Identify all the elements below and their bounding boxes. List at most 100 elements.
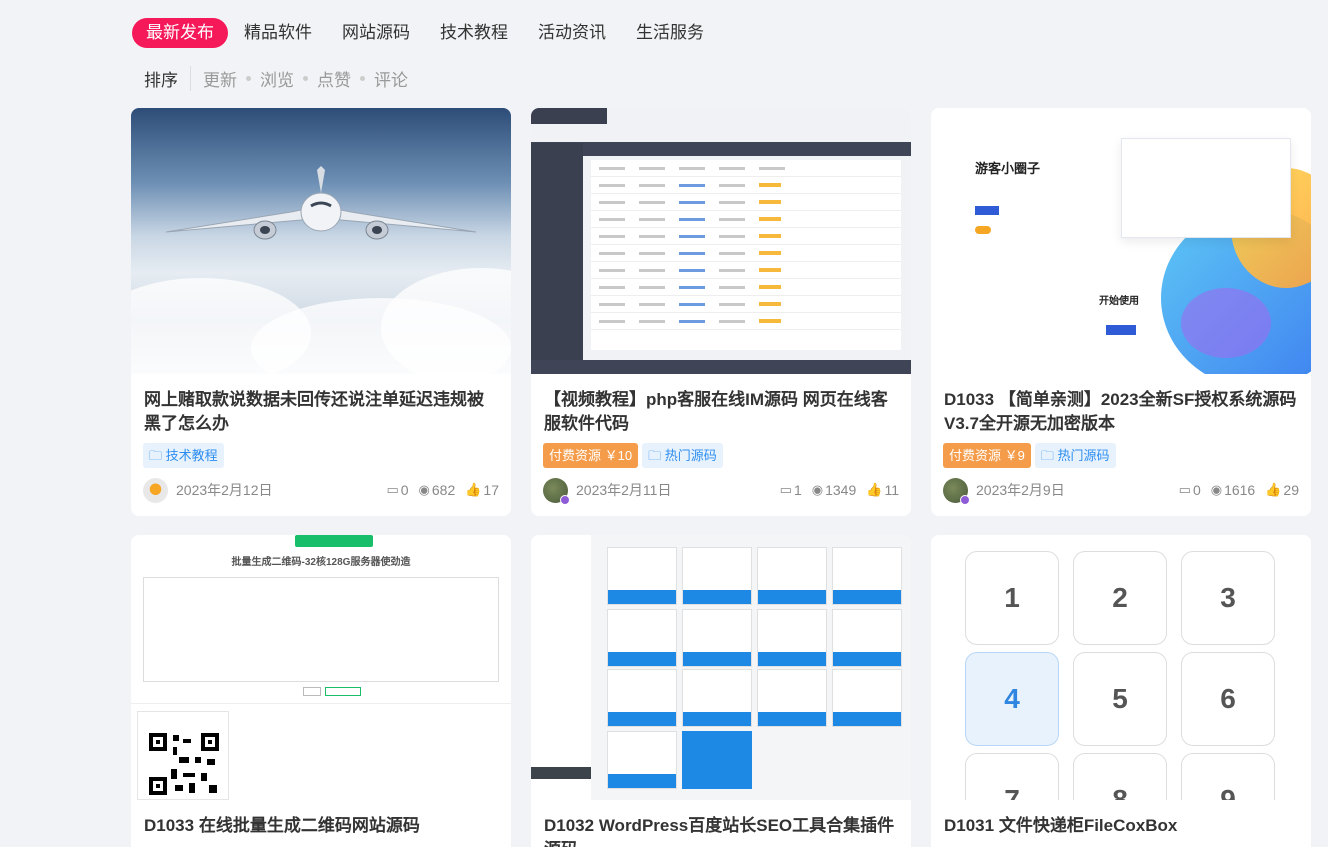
post-title[interactable]: D1033 在线批量生成二维码网站源码 bbox=[144, 814, 500, 838]
post-card[interactable]: D1032 WordPress百度站长SEO工具合集插件源码 bbox=[531, 535, 911, 847]
avatar[interactable] bbox=[143, 477, 168, 503]
comment-icon: ▭ bbox=[386, 482, 399, 497]
post-card[interactable]: 批量生成二维码-32核128G服务器使劲造 D1033 在线批量生成二维码网站源… bbox=[131, 535, 511, 847]
post-thumbnail-seo-plugin[interactable] bbox=[531, 535, 911, 800]
post-thumbnail-landing-page[interactable]: 游客小圈子 开始使用 bbox=[931, 108, 1311, 374]
numpad-key: 5 bbox=[1073, 652, 1167, 746]
numpad-key: 8 bbox=[1073, 753, 1167, 800]
category-tag[interactable]: 🗀 技术教程 bbox=[143, 443, 224, 468]
eye-icon: ◉ bbox=[811, 482, 824, 497]
comment-count-value: 0 bbox=[1192, 482, 1201, 498]
post-thumbnail-qr-generator[interactable]: 批量生成二维码-32核128G服务器使劲造 bbox=[131, 535, 511, 800]
view-count: ◉ 1616 bbox=[1211, 482, 1256, 498]
numpad-key: 7 bbox=[965, 753, 1059, 800]
sort-views[interactable]: 浏览 bbox=[260, 66, 294, 91]
folder-icon: 🗀 bbox=[149, 448, 163, 463]
separator-dot bbox=[303, 75, 308, 81]
numpad-key-selected: 4 bbox=[965, 652, 1059, 746]
eye-icon: ◉ bbox=[418, 482, 430, 497]
sort-likes[interactable]: 点赞 bbox=[317, 66, 351, 91]
post-date: 2023年2月11日 bbox=[576, 482, 672, 498]
numpad-key: 3 bbox=[1181, 551, 1275, 645]
post-date: 2023年2月12日 bbox=[176, 482, 273, 498]
paid-resource-tag: 付费资源 ￥9 bbox=[943, 443, 1031, 468]
thumb-start-label: 开始使用 bbox=[1099, 296, 1139, 307]
numpad-key: 9 bbox=[1181, 753, 1275, 800]
folder-icon: 🗀 bbox=[648, 448, 662, 463]
view-count: ◉ 1349 bbox=[812, 482, 857, 498]
post-card[interactable]: 【视频教程】php客服在线IM源码 网页在线客服软件代码 付费资源 ￥10 🗀 … bbox=[531, 108, 911, 516]
post-thumbnail-admin-panel[interactable] bbox=[531, 108, 911, 374]
tab-latest[interactable]: 最新发布 bbox=[132, 18, 228, 48]
post-title[interactable]: D1033 【简单亲测】2023全新SF授权系统源码 V3.7全开源无加密版本 bbox=[944, 388, 1300, 436]
numpad-key: 1 bbox=[965, 551, 1059, 645]
post-card[interactable]: 1 2 3 4 5 6 7 8 9 D1031 文件快递柜FileCoxBox bbox=[931, 535, 1311, 847]
qr-code-image bbox=[149, 733, 219, 795]
thumbs-up-icon: 👍 bbox=[465, 482, 482, 497]
tab-software[interactable]: 精品软件 bbox=[230, 18, 326, 48]
separator-dot bbox=[360, 75, 365, 81]
category-tabs: 最新发布 精品软件 网站源码 技术教程 活动资讯 生活服务 bbox=[132, 18, 720, 48]
like-count-value: 29 bbox=[1283, 482, 1299, 498]
separator-dot bbox=[246, 75, 251, 81]
verified-badge-icon bbox=[960, 494, 970, 505]
view-count-value: 1616 bbox=[1224, 482, 1256, 498]
category-tag[interactable]: 🗀 热门源码 bbox=[642, 443, 723, 468]
like-count[interactable]: 👍 29 bbox=[1265, 482, 1299, 498]
like-count[interactable]: 👍 17 bbox=[465, 482, 499, 498]
tab-tutorials[interactable]: 技术教程 bbox=[426, 18, 522, 48]
numpad-key: 2 bbox=[1073, 551, 1167, 645]
eye-icon: ◉ bbox=[1210, 482, 1223, 497]
comment-count: ▭ 0 bbox=[386, 482, 408, 498]
category-tag-label: 热门源码 bbox=[1057, 448, 1110, 463]
post-tags: 🗀 技术教程 bbox=[143, 443, 224, 468]
post-meta: 2023年2月12日 ▭ 0 ◉ 682 👍 17 bbox=[143, 477, 499, 503]
tab-source-code[interactable]: 网站源码 bbox=[328, 18, 424, 48]
category-tag[interactable]: 🗀 热门源码 bbox=[1034, 443, 1116, 468]
post-title[interactable]: 网上赌取款说数据未回传还说注单延迟违规被黑了怎么办 bbox=[144, 388, 500, 436]
thumb-heading: 批量生成二维码-32核128G服务器使劲造 bbox=[231, 557, 411, 568]
comment-count: ▭ 0 bbox=[1179, 482, 1201, 498]
view-count-value: 682 bbox=[431, 482, 456, 498]
folder-icon: 🗀 bbox=[1040, 448, 1054, 463]
comment-count: ▭ 1 bbox=[780, 482, 802, 498]
tab-life-services[interactable]: 生活服务 bbox=[622, 18, 718, 48]
paid-resource-tag: 付费资源 ￥10 bbox=[543, 443, 639, 468]
post-card[interactable]: 游客小圈子 开始使用 D1033 【简单亲测】2023全新SF授权系统源码 V3… bbox=[931, 108, 1311, 516]
comment-icon: ▭ bbox=[1178, 482, 1191, 497]
category-tag-label: 技术教程 bbox=[165, 448, 218, 463]
post-thumbnail-airplane[interactable] bbox=[131, 108, 511, 374]
view-count-value: 1349 bbox=[825, 482, 857, 498]
like-count-value: 11 bbox=[884, 482, 899, 498]
like-count-value: 17 bbox=[483, 482, 499, 498]
thumb-sidebar bbox=[531, 143, 583, 363]
thumbs-up-icon: 👍 bbox=[1265, 482, 1282, 497]
post-title[interactable]: D1032 WordPress百度站长SEO工具合集插件源码 bbox=[544, 814, 900, 847]
sort-updated[interactable]: 更新 bbox=[203, 66, 237, 91]
sort-bar: 排序 更新 浏览 点赞 评论 bbox=[144, 65, 408, 91]
post-tags: 付费资源 ￥9 🗀 热门源码 bbox=[943, 443, 1116, 468]
post-title[interactable]: D1031 文件快递柜FileCoxBox bbox=[944, 814, 1300, 838]
sort-label: 排序 bbox=[144, 65, 191, 91]
post-thumbnail-number-pad[interactable]: 1 2 3 4 5 6 7 8 9 bbox=[931, 535, 1311, 800]
post-meta: 2023年2月11日 ▭ 1 ◉ 1349 👍 11 bbox=[543, 477, 899, 505]
sort-comments[interactable]: 评论 bbox=[374, 66, 408, 91]
view-count: ◉ 682 bbox=[419, 482, 456, 498]
comment-icon: ▭ bbox=[779, 482, 792, 497]
comment-count-value: 1 bbox=[793, 482, 802, 498]
thumbs-up-icon: 👍 bbox=[866, 482, 883, 497]
numpad-key: 6 bbox=[1181, 652, 1275, 746]
like-count[interactable]: 👍 11 bbox=[866, 482, 899, 498]
post-tags: 付费资源 ￥10 🗀 热门源码 bbox=[543, 443, 723, 468]
thumb-heading: 游客小圈子 bbox=[975, 161, 1041, 176]
avatar[interactable] bbox=[543, 477, 570, 505]
verified-badge-icon bbox=[560, 494, 570, 505]
thumb-header-bar bbox=[531, 142, 911, 156]
thumb-table bbox=[591, 160, 901, 350]
airplane-image bbox=[165, 166, 477, 240]
post-title[interactable]: 【视频教程】php客服在线IM源码 网页在线客服软件代码 bbox=[544, 388, 900, 436]
tab-events[interactable]: 活动资讯 bbox=[524, 18, 620, 48]
post-card[interactable]: 网上赌取款说数据未回传还说注单延迟违规被黑了怎么办 🗀 技术教程 2023年2月… bbox=[131, 108, 511, 516]
avatar[interactable] bbox=[943, 477, 970, 505]
comment-count-value: 0 bbox=[400, 482, 409, 498]
